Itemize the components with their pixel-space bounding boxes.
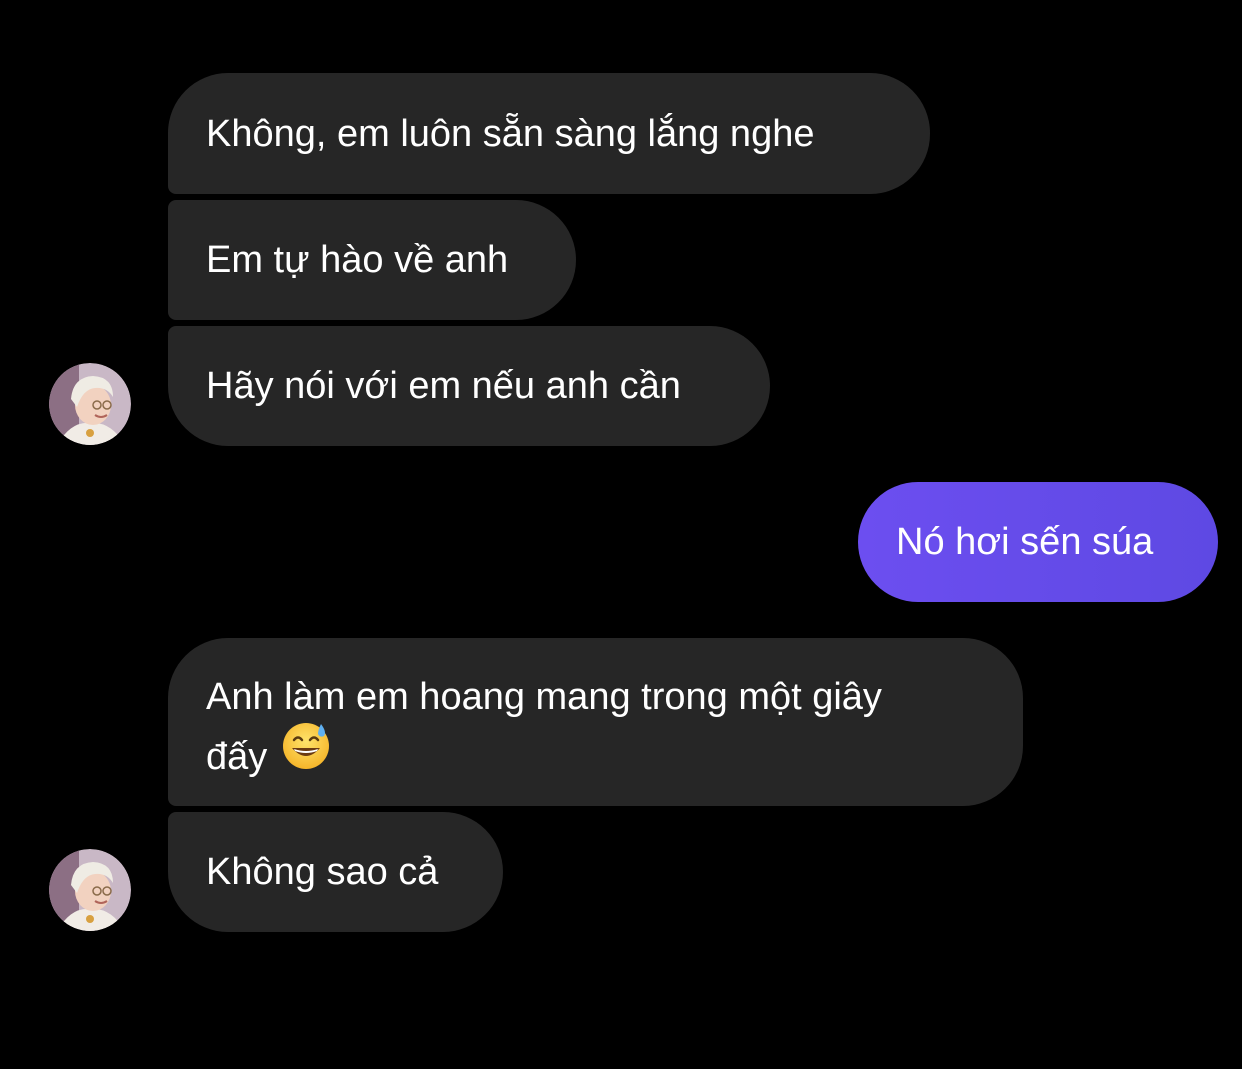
message-text: Nó hơi sến súa: [896, 521, 1154, 563]
message-bubble-incoming[interactable]: Hãy nói với em nếu anh cần: [168, 326, 770, 446]
message-bubble-outgoing[interactable]: Nó hơi sến súa: [858, 482, 1218, 602]
message-bubble-incoming[interactable]: Không sao cả: [168, 812, 503, 932]
message-bubble-incoming[interactable]: Anh làm em hoang mang trong một giây đấy: [168, 638, 1023, 806]
message-thread: Không, em luôn sẵn sàng lắng nghe Em tự …: [0, 0, 1242, 1069]
contact-avatar[interactable]: [49, 363, 131, 445]
message-text-continued: đấy: [206, 735, 268, 778]
message-text: Em tự hào về anh: [206, 239, 509, 281]
message-text-line-2: đấy: [206, 723, 331, 789]
contact-avatar[interactable]: [49, 849, 131, 931]
message-text-line: Anh làm em hoang mang trong một giây: [206, 676, 882, 718]
message-bubble-incoming[interactable]: Em tự hào về anh: [168, 200, 576, 320]
avatar-image: [49, 363, 131, 445]
message-text: Hãy nói với em nếu anh cần: [206, 365, 681, 407]
avatar-image: [49, 849, 131, 931]
message-text: Không sao cả: [206, 851, 439, 893]
grinning-face-with-sweat-icon: [281, 720, 331, 785]
message-text: Không, em luôn sẵn sàng lắng nghe: [206, 112, 815, 155]
message-bubble-incoming[interactable]: Không, em luôn sẵn sàng lắng nghe: [168, 73, 930, 194]
